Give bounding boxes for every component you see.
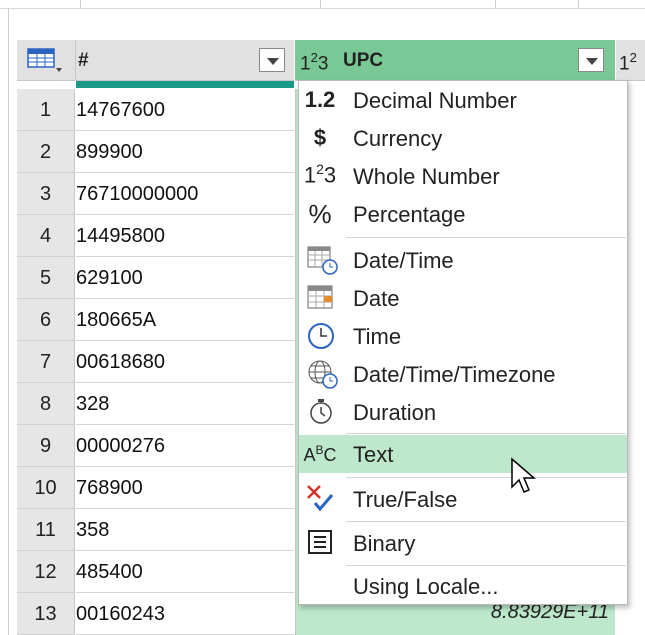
table-cell[interactable]: 14767600	[76, 89, 294, 131]
row-number[interactable]: 11	[17, 509, 75, 551]
menu-item-label: Date/Time/Timezone	[353, 362, 556, 387]
menu-item-true-false[interactable]: True/False	[299, 479, 627, 519]
menu-item-label: Whole Number	[353, 164, 500, 189]
whole-number-icon[interactable]: 12	[619, 50, 637, 75]
true-false-icon	[307, 485, 334, 512]
column-header-next[interactable]: 12	[616, 40, 645, 81]
row-number[interactable]: 3	[17, 173, 75, 215]
menu-item-label: Binary	[353, 531, 416, 556]
left-divider	[8, 8, 9, 635]
time-icon	[308, 323, 334, 349]
menu-separator	[346, 521, 626, 522]
divider	[495, 0, 496, 8]
table-cell[interactable]: 328	[76, 383, 294, 425]
column-quality-bar	[76, 81, 294, 88]
menu-item-binary[interactable]: Binary	[299, 523, 627, 563]
menu-item-date-time[interactable]: Date/Time	[299, 241, 627, 279]
data-grid: # 123 UPC 12 1 14767600 2 899900 3 7671000000…	[17, 40, 645, 635]
row-number[interactable]: 10	[17, 467, 75, 509]
data-type-menu: 1.2 Decimal Number $ Currency 123 Whole …	[298, 80, 628, 605]
row-number[interactable]: 9	[17, 425, 75, 467]
column-filter-button[interactable]	[259, 48, 285, 72]
divider	[578, 0, 579, 8]
menu-item-percentage[interactable]: % Percentage	[299, 195, 627, 233]
table-cell[interactable]: 180665A	[76, 299, 294, 341]
menu-item-label: Text	[353, 442, 394, 467]
table-cell[interactable]: 76710000000	[76, 173, 294, 215]
menu-separator	[346, 477, 626, 478]
percentage-icon: %	[308, 199, 332, 229]
menu-item-label: Decimal Number	[353, 88, 517, 113]
row-number[interactable]: 1	[17, 89, 75, 131]
whole-number-icon: 123	[303, 161, 337, 188]
decimal-icon: 1.2	[304, 87, 336, 112]
date-icon	[307, 285, 333, 309]
top-strip	[0, 0, 645, 9]
column-header-label: UPC	[343, 50, 384, 71]
divider	[80, 0, 81, 8]
menu-item-time[interactable]: Time	[299, 317, 627, 355]
timezone-icon	[308, 360, 338, 389]
upc-filter-button[interactable]	[578, 48, 604, 72]
divider	[320, 0, 321, 8]
table-icon[interactable]	[27, 46, 67, 76]
column-header-upc[interactable]: 123 UPC	[295, 40, 615, 81]
menu-item-label: Time	[353, 324, 402, 349]
menu-item-label: Date	[353, 286, 400, 311]
table-cell[interactable]: 629100	[76, 257, 294, 299]
menu-item-decimal-number[interactable]: 1.2 Decimal Number	[299, 81, 627, 119]
row-number[interactable]: 13	[17, 593, 75, 635]
menu-separator	[346, 237, 626, 238]
row-number[interactable]: 2	[17, 131, 75, 173]
menu-item-label: Duration	[353, 400, 437, 425]
currency-icon: $	[313, 125, 327, 150]
datetime-icon	[307, 246, 338, 275]
menu-item-label: True/False	[353, 487, 458, 512]
menu-item-date-time-timezone[interactable]: Date/Time/Timezone	[299, 355, 627, 393]
mouse-cursor-icon	[511, 457, 537, 493]
duration-icon	[310, 399, 332, 424]
table-cell[interactable]: 14495800	[76, 215, 294, 257]
table-cell[interactable]: 00160243	[76, 593, 294, 635]
menu-item-date[interactable]: Date	[299, 279, 627, 317]
menu-item-using-locale[interactable]: Using Locale...	[299, 567, 627, 605]
menu-item-label: Date/Time	[353, 248, 454, 273]
table-cell[interactable]: 358	[76, 509, 294, 551]
row-number[interactable]: 7	[17, 341, 75, 383]
binary-icon	[308, 530, 332, 554]
column-header-first[interactable]: #	[76, 40, 294, 81]
table-cell[interactable]: 768900	[76, 467, 294, 509]
menu-item-label: Currency	[353, 126, 443, 151]
row-number[interactable]: 8	[17, 383, 75, 425]
menu-item-text[interactable]: ABC Text	[299, 435, 627, 473]
menu-separator	[346, 433, 626, 434]
text-icon: ABC	[303, 443, 337, 465]
menu-item-duration[interactable]: Duration	[299, 393, 627, 431]
column-header-label: #	[78, 50, 89, 71]
menu-item-whole-number[interactable]: 123 Whole Number	[299, 157, 627, 195]
table-cell[interactable]: 00618680	[76, 341, 294, 383]
table-cell[interactable]: 899900	[76, 131, 294, 173]
row-number[interactable]: 6	[17, 299, 75, 341]
whole-number-icon[interactable]: 123	[300, 50, 328, 75]
menu-item-label: Percentage	[353, 202, 466, 227]
menu-item-currency[interactable]: $ Currency	[299, 119, 627, 157]
menu-item-label: Using Locale...	[353, 574, 499, 599]
table-cell[interactable]: 485400	[76, 551, 294, 593]
row-number[interactable]: 4	[17, 215, 75, 257]
table-cell[interactable]: 00000276	[76, 425, 294, 467]
table-menu-corner[interactable]	[17, 40, 76, 81]
row-number[interactable]: 12	[17, 551, 75, 593]
row-number[interactable]: 5	[17, 257, 75, 299]
menu-separator	[346, 565, 626, 566]
